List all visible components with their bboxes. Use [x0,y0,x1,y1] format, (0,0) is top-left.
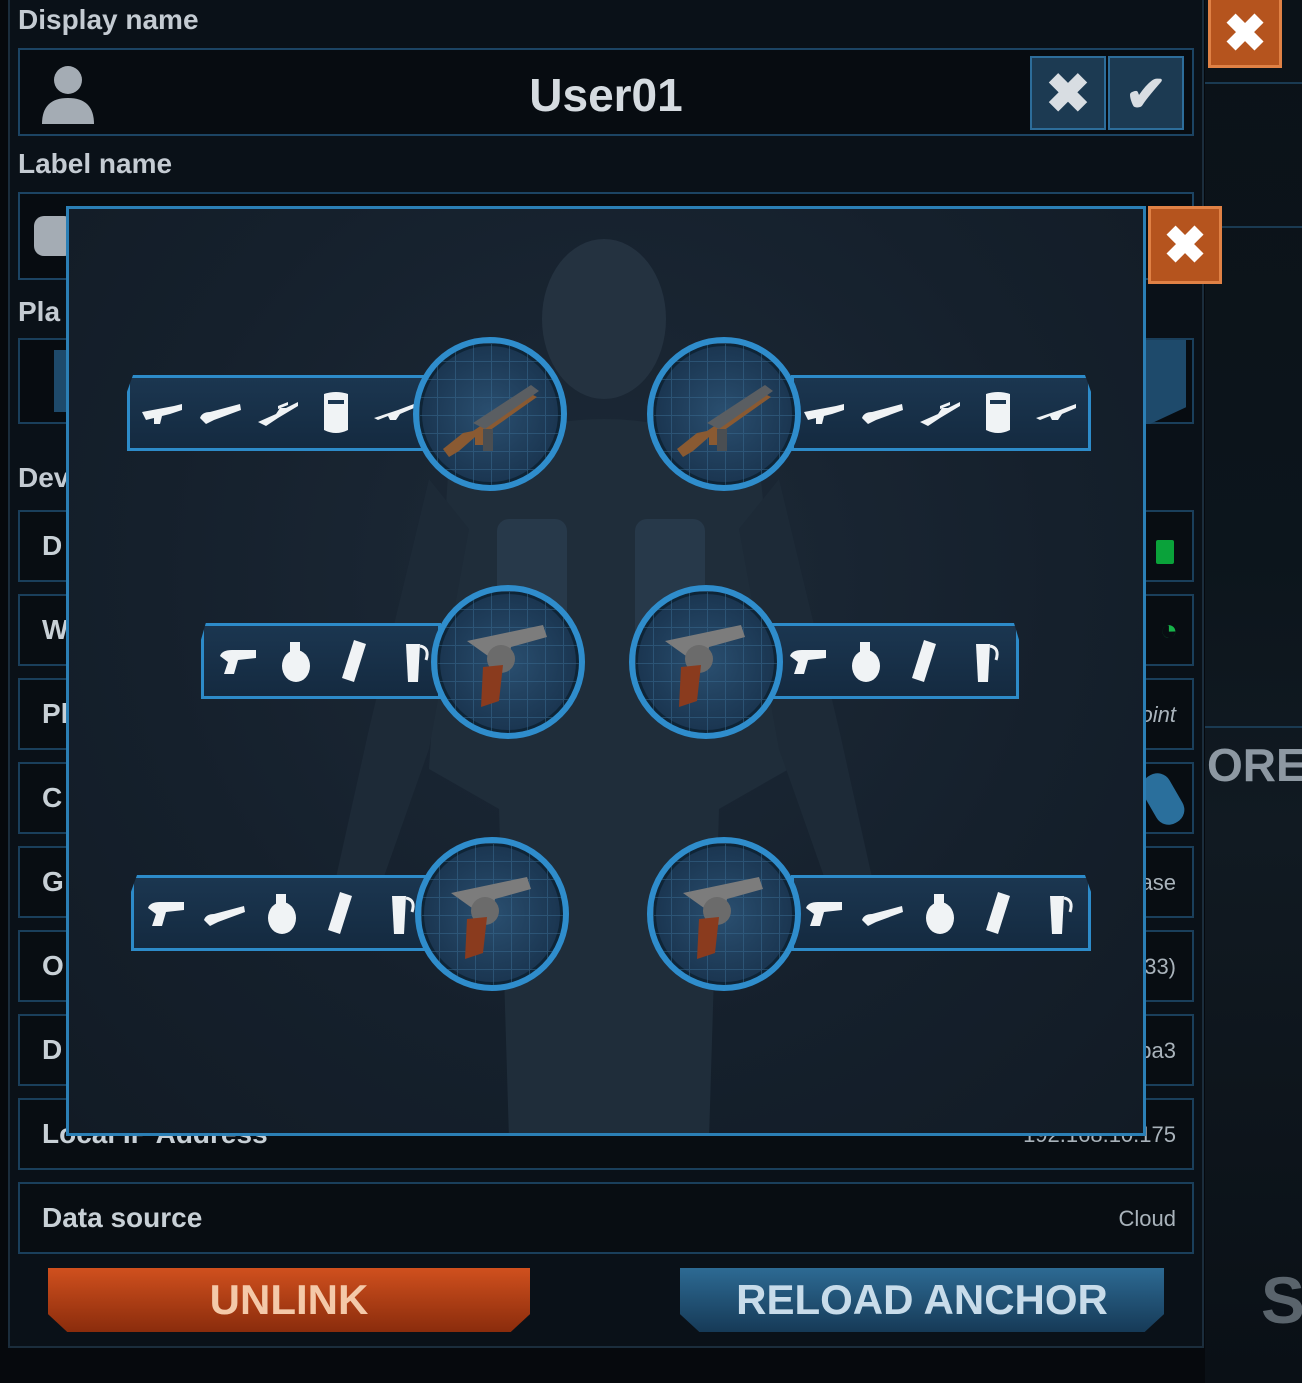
assault-rifle-icon[interactable] [1034,388,1078,438]
primary-weapon-right[interactable] [647,337,801,491]
cancel-icon: ✖ [1045,64,1091,124]
smoke-grenade-icon[interactable] [390,636,434,686]
revolver-icon [451,877,531,959]
row-name: D [42,1034,63,1065]
label-name-label: Label name [18,148,173,179]
display-name-label: Display name [18,4,199,35]
pistol-icon[interactable] [786,636,830,686]
sniper-rifle-icon[interactable] [256,388,300,438]
flashbang-icon[interactable] [318,888,362,938]
weapon-slot-secondary-right[interactable] [769,623,1019,699]
grenade-icon[interactable] [260,888,304,938]
sidearm-weapon-left[interactable] [415,837,569,991]
confirm-edit-button[interactable]: ✔ [1108,56,1184,130]
weapon-options [802,888,1078,938]
tommy-gun-icon [677,385,773,457]
flashbang-icon[interactable] [332,636,376,686]
weapon-slot-sidearm-right[interactable] [791,875,1091,951]
weapon-options [786,636,1004,686]
weapon-slot-secondary-left[interactable] [201,623,441,699]
shotgun-icon[interactable] [198,388,242,438]
weapon-options [140,388,416,438]
shotgun-icon[interactable] [860,388,904,438]
sawed-off-icon[interactable] [202,888,246,938]
row-name: Data source [42,1202,203,1233]
checkmark-icon: ✔ [1125,66,1167,122]
row-name: C [42,782,63,813]
smg-icon[interactable] [140,388,184,438]
grenade-icon[interactable] [274,636,318,686]
smoke-grenade-icon[interactable] [376,888,420,938]
close-settings-button[interactable]: ✖ [1208,0,1282,68]
close-icon: ✖ [1163,217,1207,275]
pistol-icon[interactable] [216,636,260,686]
weapon-options [216,636,434,686]
reload-anchor-button[interactable]: RELOAD ANCHOR [680,1268,1164,1332]
loadout-modal [66,206,1146,1136]
riot-shield-icon[interactable] [976,388,1020,438]
smg-icon[interactable] [802,388,846,438]
grenade-icon[interactable] [918,888,962,938]
device-label: Dev [18,462,70,493]
weapon-options [144,888,420,938]
secondary-weapon-left[interactable] [431,585,585,739]
sniper-rifle-icon[interactable] [918,388,962,438]
close-icon: ✖ [1223,5,1267,63]
partial-text: ORE [1207,739,1302,791]
battery-icon [1156,540,1174,564]
divider [1205,82,1302,84]
divider [1205,726,1302,728]
row-value: 33) [1144,954,1176,979]
riot-shield-icon[interactable] [314,388,358,438]
display-name-field[interactable]: User01 ✖ ✔ [18,48,1194,136]
pistol-icon[interactable] [802,888,846,938]
wifi-icon: ◔ [1159,614,1178,647]
revolver-icon [665,625,745,707]
row-name: O [42,950,64,981]
grenade-icon[interactable] [844,636,888,686]
row-value: Cloud [1118,1206,1176,1231]
smoke-grenade-icon[interactable] [1034,888,1078,938]
revolver-icon [467,625,547,707]
secondary-weapon-right[interactable] [629,585,783,739]
partial-letter: S [1261,1263,1302,1337]
sawed-off-icon[interactable] [860,888,904,938]
unlink-button[interactable]: UNLINK [48,1268,530,1332]
flashbang-icon[interactable] [902,636,946,686]
info-row-data-source: Data source Cloud [18,1182,1194,1254]
assault-rifle-icon[interactable] [372,388,416,438]
player-label: Pla [18,296,61,327]
sidearm-weapon-right[interactable] [647,837,801,991]
row-name: G [42,866,64,897]
display-name-input[interactable]: User01 [20,68,1192,122]
primary-weapon-left[interactable] [413,337,567,491]
pistol-icon[interactable] [144,888,188,938]
weapon-slot-primary-left[interactable] [127,375,427,451]
revolver-icon [683,877,763,959]
smoke-grenade-icon[interactable] [960,636,1004,686]
weapon-slot-primary-right[interactable] [791,375,1091,451]
weapon-options [802,388,1078,438]
close-modal-button[interactable]: ✖ [1148,206,1222,284]
cancel-edit-button[interactable]: ✖ [1030,56,1106,130]
flashbang-icon[interactable] [976,888,1020,938]
row-name: Pl [42,698,69,729]
row-name: D [42,530,63,561]
tommy-gun-icon [443,385,539,457]
weapon-slot-sidearm-left[interactable] [131,875,431,951]
row-name: W [42,614,69,645]
